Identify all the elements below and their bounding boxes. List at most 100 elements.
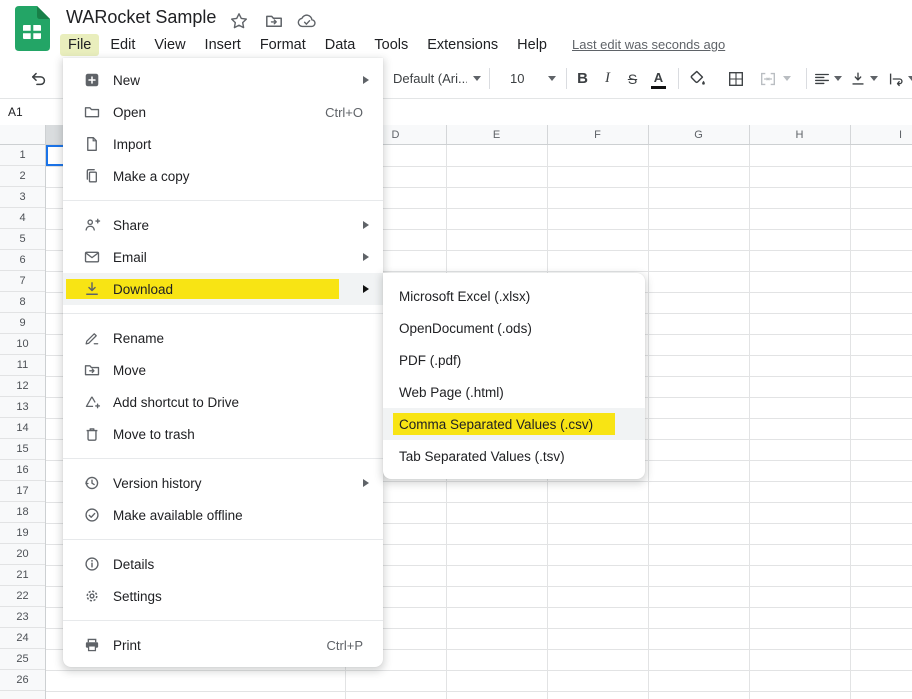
download-submenu-item-microsoft-excel-xlsx[interactable]: Microsoft Excel (.xlsx) (383, 280, 645, 312)
menubar-edit[interactable]: Edit (102, 34, 143, 56)
row-header-7[interactable]: 7 (0, 271, 45, 292)
gridline (46, 691, 912, 692)
file-menu-item-make-available-offline[interactable]: Make available offline (63, 499, 383, 531)
menu-item-label: Add shortcut to Drive (113, 395, 239, 410)
column-header-i[interactable]: I (850, 125, 912, 145)
submenu-item-label: OpenDocument (.ods) (399, 321, 532, 336)
strikethrough-button[interactable]: S (620, 66, 645, 91)
row-header-5[interactable]: 5 (0, 229, 45, 250)
row-header-11[interactable]: 11 (0, 355, 45, 376)
row-header-25[interactable]: 25 (0, 649, 45, 670)
menu-item-label: Make a copy (113, 169, 190, 184)
file-menu-item-details[interactable]: Details (63, 548, 383, 580)
column-header-f[interactable]: F (547, 125, 648, 145)
file-menu-item-download[interactable]: Download (63, 273, 383, 305)
row-header-14[interactable]: 14 (0, 418, 45, 439)
file-menu-item-settings[interactable]: Settings (63, 580, 383, 612)
italic-button[interactable]: I (595, 66, 620, 91)
column-header-h[interactable]: H (749, 125, 850, 145)
column-header-e[interactable]: E (446, 125, 547, 145)
menu-divider (63, 620, 383, 621)
file-menu-item-email[interactable]: Email (63, 241, 383, 273)
row-header-8[interactable]: 8 (0, 292, 45, 313)
menubar-tools[interactable]: Tools (366, 34, 416, 56)
row-header-24[interactable]: 24 (0, 628, 45, 649)
download-submenu-item-pdf-pdf[interactable]: PDF (.pdf) (383, 344, 645, 376)
document-title[interactable]: WARocket Sample (66, 7, 216, 28)
row-header-23[interactable]: 23 (0, 607, 45, 628)
horizontal-align-button[interactable] (810, 66, 844, 91)
file-menu-item-add-shortcut-to-drive[interactable]: Add shortcut to Drive (63, 386, 383, 418)
last-edit-status[interactable]: Last edit was seconds ago (572, 37, 725, 52)
menubar-extensions[interactable]: Extensions (419, 34, 506, 56)
file-menu-item-share[interactable]: Share (63, 209, 383, 241)
download-submenu-item-opendocument-ods[interactable]: OpenDocument (.ods) (383, 312, 645, 344)
text-color-button[interactable]: A (645, 67, 672, 92)
row-header-13[interactable]: 13 (0, 397, 45, 418)
row-header-18[interactable]: 18 (0, 502, 45, 523)
column-separator (749, 125, 750, 145)
menu-item-label: Move (113, 363, 146, 378)
row-header-1[interactable]: 1 (0, 145, 45, 166)
menu-item-shortcut: Ctrl+O (325, 105, 363, 120)
row-header-2[interactable]: 2 (0, 166, 45, 187)
file-menu-item-make-a-copy[interactable]: Make a copy (63, 160, 383, 192)
column-header-g[interactable]: G (648, 125, 749, 145)
undo-icon (29, 69, 49, 89)
font-size-select[interactable]: 10 (498, 66, 560, 91)
text-wrap-button[interactable] (884, 66, 912, 91)
row-header-16[interactable]: 16 (0, 460, 45, 481)
font-family-select[interactable]: Default (Ari... (393, 66, 481, 91)
menubar-format[interactable]: Format (252, 34, 314, 56)
menubar-help[interactable]: Help (509, 34, 555, 56)
menubar-insert[interactable]: Insert (197, 34, 249, 56)
row-header-21[interactable]: 21 (0, 565, 45, 586)
submenu-item-label: Microsoft Excel (.xlsx) (399, 289, 530, 304)
file-menu-item-move[interactable]: Move (63, 354, 383, 386)
offline-icon (83, 506, 101, 524)
bold-button[interactable]: B (570, 66, 595, 91)
toolbar-divider (566, 68, 567, 89)
borders-button[interactable] (722, 66, 750, 91)
undo-button[interactable] (26, 66, 52, 91)
row-header-22[interactable]: 22 (0, 586, 45, 607)
file-menu-item-move-to-trash[interactable]: Move to trash (63, 418, 383, 450)
menubar-data[interactable]: Data (317, 34, 364, 56)
column-separator (648, 125, 649, 145)
menu-divider (63, 313, 383, 314)
file-menu-item-rename[interactable]: Rename (63, 322, 383, 354)
row-header-17[interactable]: 17 (0, 481, 45, 502)
file-menu-item-import[interactable]: Import (63, 128, 383, 160)
menu-bar: FileEditViewInsertFormatDataToolsExtensi… (60, 31, 725, 58)
menu-item-label: Share (113, 218, 149, 233)
fill-color-button[interactable] (683, 66, 711, 91)
row-header-6[interactable]: 6 (0, 250, 45, 271)
menubar-file[interactable]: File (60, 34, 99, 56)
file-menu-item-open[interactable]: OpenCtrl+O (63, 96, 383, 128)
merge-cells-button[interactable] (752, 66, 798, 91)
download-submenu-item-web-page-html[interactable]: Web Page (.html) (383, 376, 645, 408)
row-header-9[interactable]: 9 (0, 313, 45, 334)
name-box[interactable]: A1 (8, 105, 23, 119)
vertical-align-button[interactable] (846, 66, 880, 91)
row-header-3[interactable]: 3 (0, 187, 45, 208)
row-header-4[interactable]: 4 (0, 208, 45, 229)
select-all-corner[interactable] (0, 125, 46, 145)
download-submenu-item-tab-separated-values-tsv[interactable]: Tab Separated Values (.tsv) (383, 440, 645, 472)
star-icon[interactable] (229, 11, 249, 31)
vertical-align-icon (849, 70, 867, 88)
column-separator (850, 125, 851, 145)
row-header-12[interactable]: 12 (0, 376, 45, 397)
row-header-15[interactable]: 15 (0, 439, 45, 460)
share-icon (83, 216, 101, 234)
file-menu-item-print[interactable]: PrintCtrl+P (63, 629, 383, 661)
row-header-19[interactable]: 19 (0, 523, 45, 544)
file-menu-item-version-history[interactable]: Version history (63, 467, 383, 499)
move-folder-icon[interactable] (264, 11, 284, 31)
row-header-20[interactable]: 20 (0, 544, 45, 565)
file-menu-item-new[interactable]: New (63, 64, 383, 96)
download-submenu-item-comma-separated-values-csv[interactable]: Comma Separated Values (.csv) (383, 408, 645, 440)
menubar-view[interactable]: View (146, 34, 193, 56)
row-header-26[interactable]: 26 (0, 670, 45, 691)
row-header-10[interactable]: 10 (0, 334, 45, 355)
